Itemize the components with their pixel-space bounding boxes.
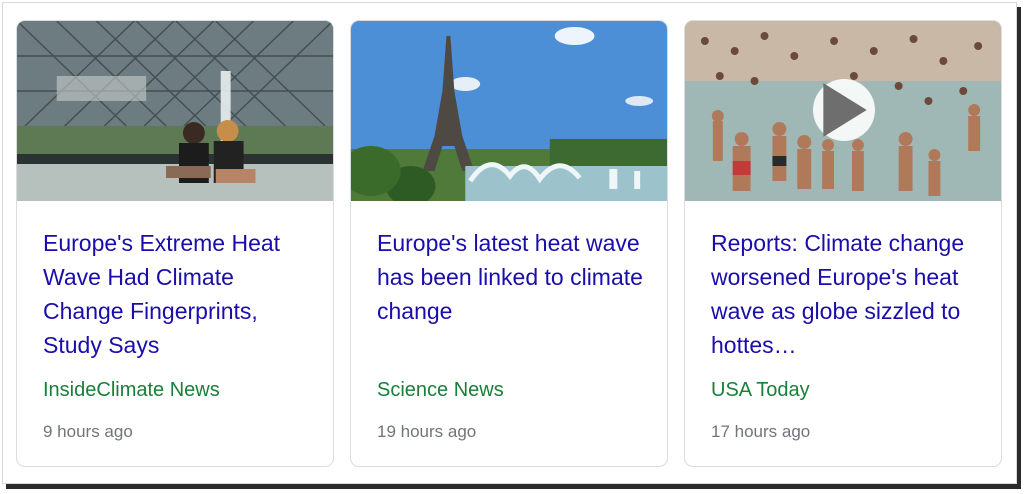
news-source: InsideClimate News	[43, 379, 220, 401]
news-thumbnail[interactable]	[685, 21, 1001, 201]
news-headline[interactable]: Reports: Climate change worsened Europe'…	[711, 226, 981, 362]
news-card[interactable]: Europe's Extreme Heat Wave Had Climate C…	[16, 20, 334, 467]
news-time: 17 hours ago	[711, 422, 811, 441]
news-time: 9 hours ago	[43, 422, 133, 441]
news-source: USA Today	[711, 379, 810, 401]
news-thumbnail[interactable]	[17, 21, 333, 201]
news-headline[interactable]: Europe's Extreme Heat Wave Had Climate C…	[43, 226, 313, 362]
play-video-button[interactable]	[813, 79, 875, 141]
news-card[interactable]: Europe's latest heat wave has been linke…	[350, 20, 668, 467]
louvre-fountain-image	[17, 21, 333, 201]
play-icon	[823, 83, 867, 137]
news-card[interactable]: Reports: Climate change worsened Europe'…	[684, 20, 1002, 467]
news-source: Science News	[377, 379, 504, 401]
news-thumbnail[interactable]	[351, 21, 667, 201]
news-time: 19 hours ago	[377, 422, 477, 441]
news-headline[interactable]: Europe's latest heat wave has been linke…	[377, 226, 647, 328]
eiffel-tower-image	[351, 21, 667, 201]
news-carousel: Europe's Extreme Heat Wave Had Climate C…	[2, 2, 1017, 484]
